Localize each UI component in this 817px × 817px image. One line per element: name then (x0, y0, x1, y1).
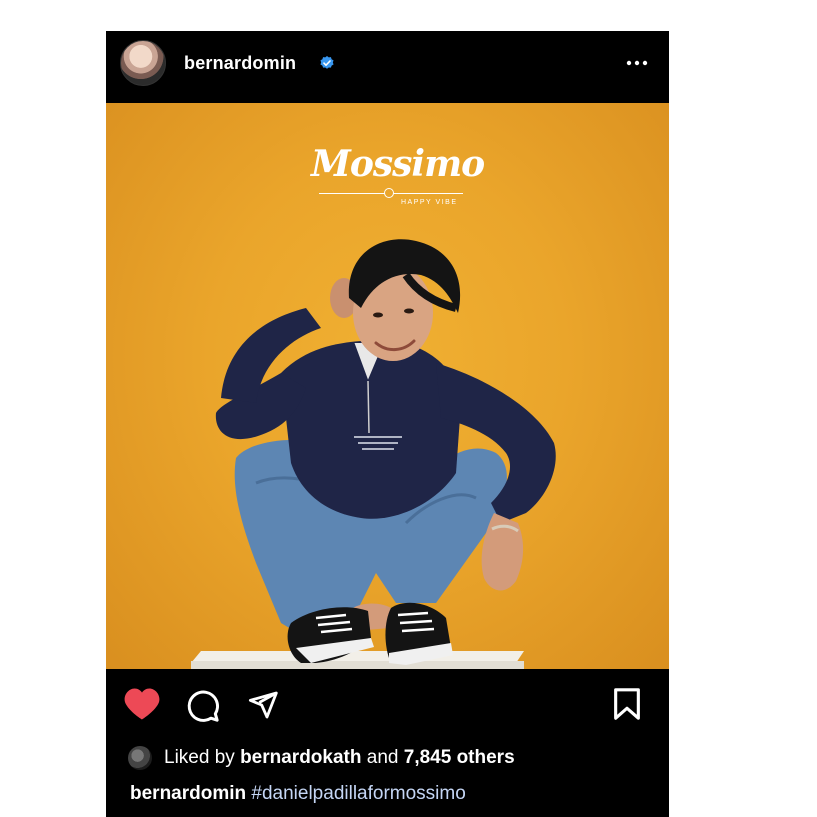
more-options-icon[interactable] (625, 55, 649, 71)
caption-hashtag[interactable]: #danielpadillaformossimo (251, 783, 465, 804)
bookmark-icon[interactable] (612, 687, 642, 721)
verified-badge-icon (320, 56, 334, 69)
profile-avatar[interactable] (120, 40, 166, 86)
heart-icon[interactable] (123, 687, 161, 721)
likes-others[interactable]: 7,845 others (404, 747, 515, 768)
post-username[interactable]: bernardomin (184, 53, 296, 74)
liker-avatar (128, 746, 152, 770)
likes-prefix: Liked by (164, 747, 235, 768)
seat-block-front (191, 661, 524, 669)
share-icon[interactable] (246, 689, 280, 721)
likes-text: Liked by bernardokath and 7,845 others (164, 747, 515, 769)
caption-username[interactable]: bernardomin (130, 783, 246, 804)
likes-summary[interactable]: Liked by bernardokath and 7,845 others (126, 744, 666, 772)
likes-conjunction: and (366, 747, 399, 768)
post-caption: bernardomin #danielpadillaformossimo (130, 783, 466, 805)
liker-username[interactable]: bernardokath (240, 747, 361, 768)
post-header: bernardomin (106, 31, 669, 103)
comment-icon[interactable] (186, 689, 220, 723)
post-photo[interactable]: Mossimo HAPPY VIBE (106, 103, 669, 669)
instagram-post: bernardomin Mossimo HAPPY VIBE Liked by … (106, 31, 669, 817)
model-illustration (191, 239, 556, 669)
post-action-bar (106, 669, 669, 739)
